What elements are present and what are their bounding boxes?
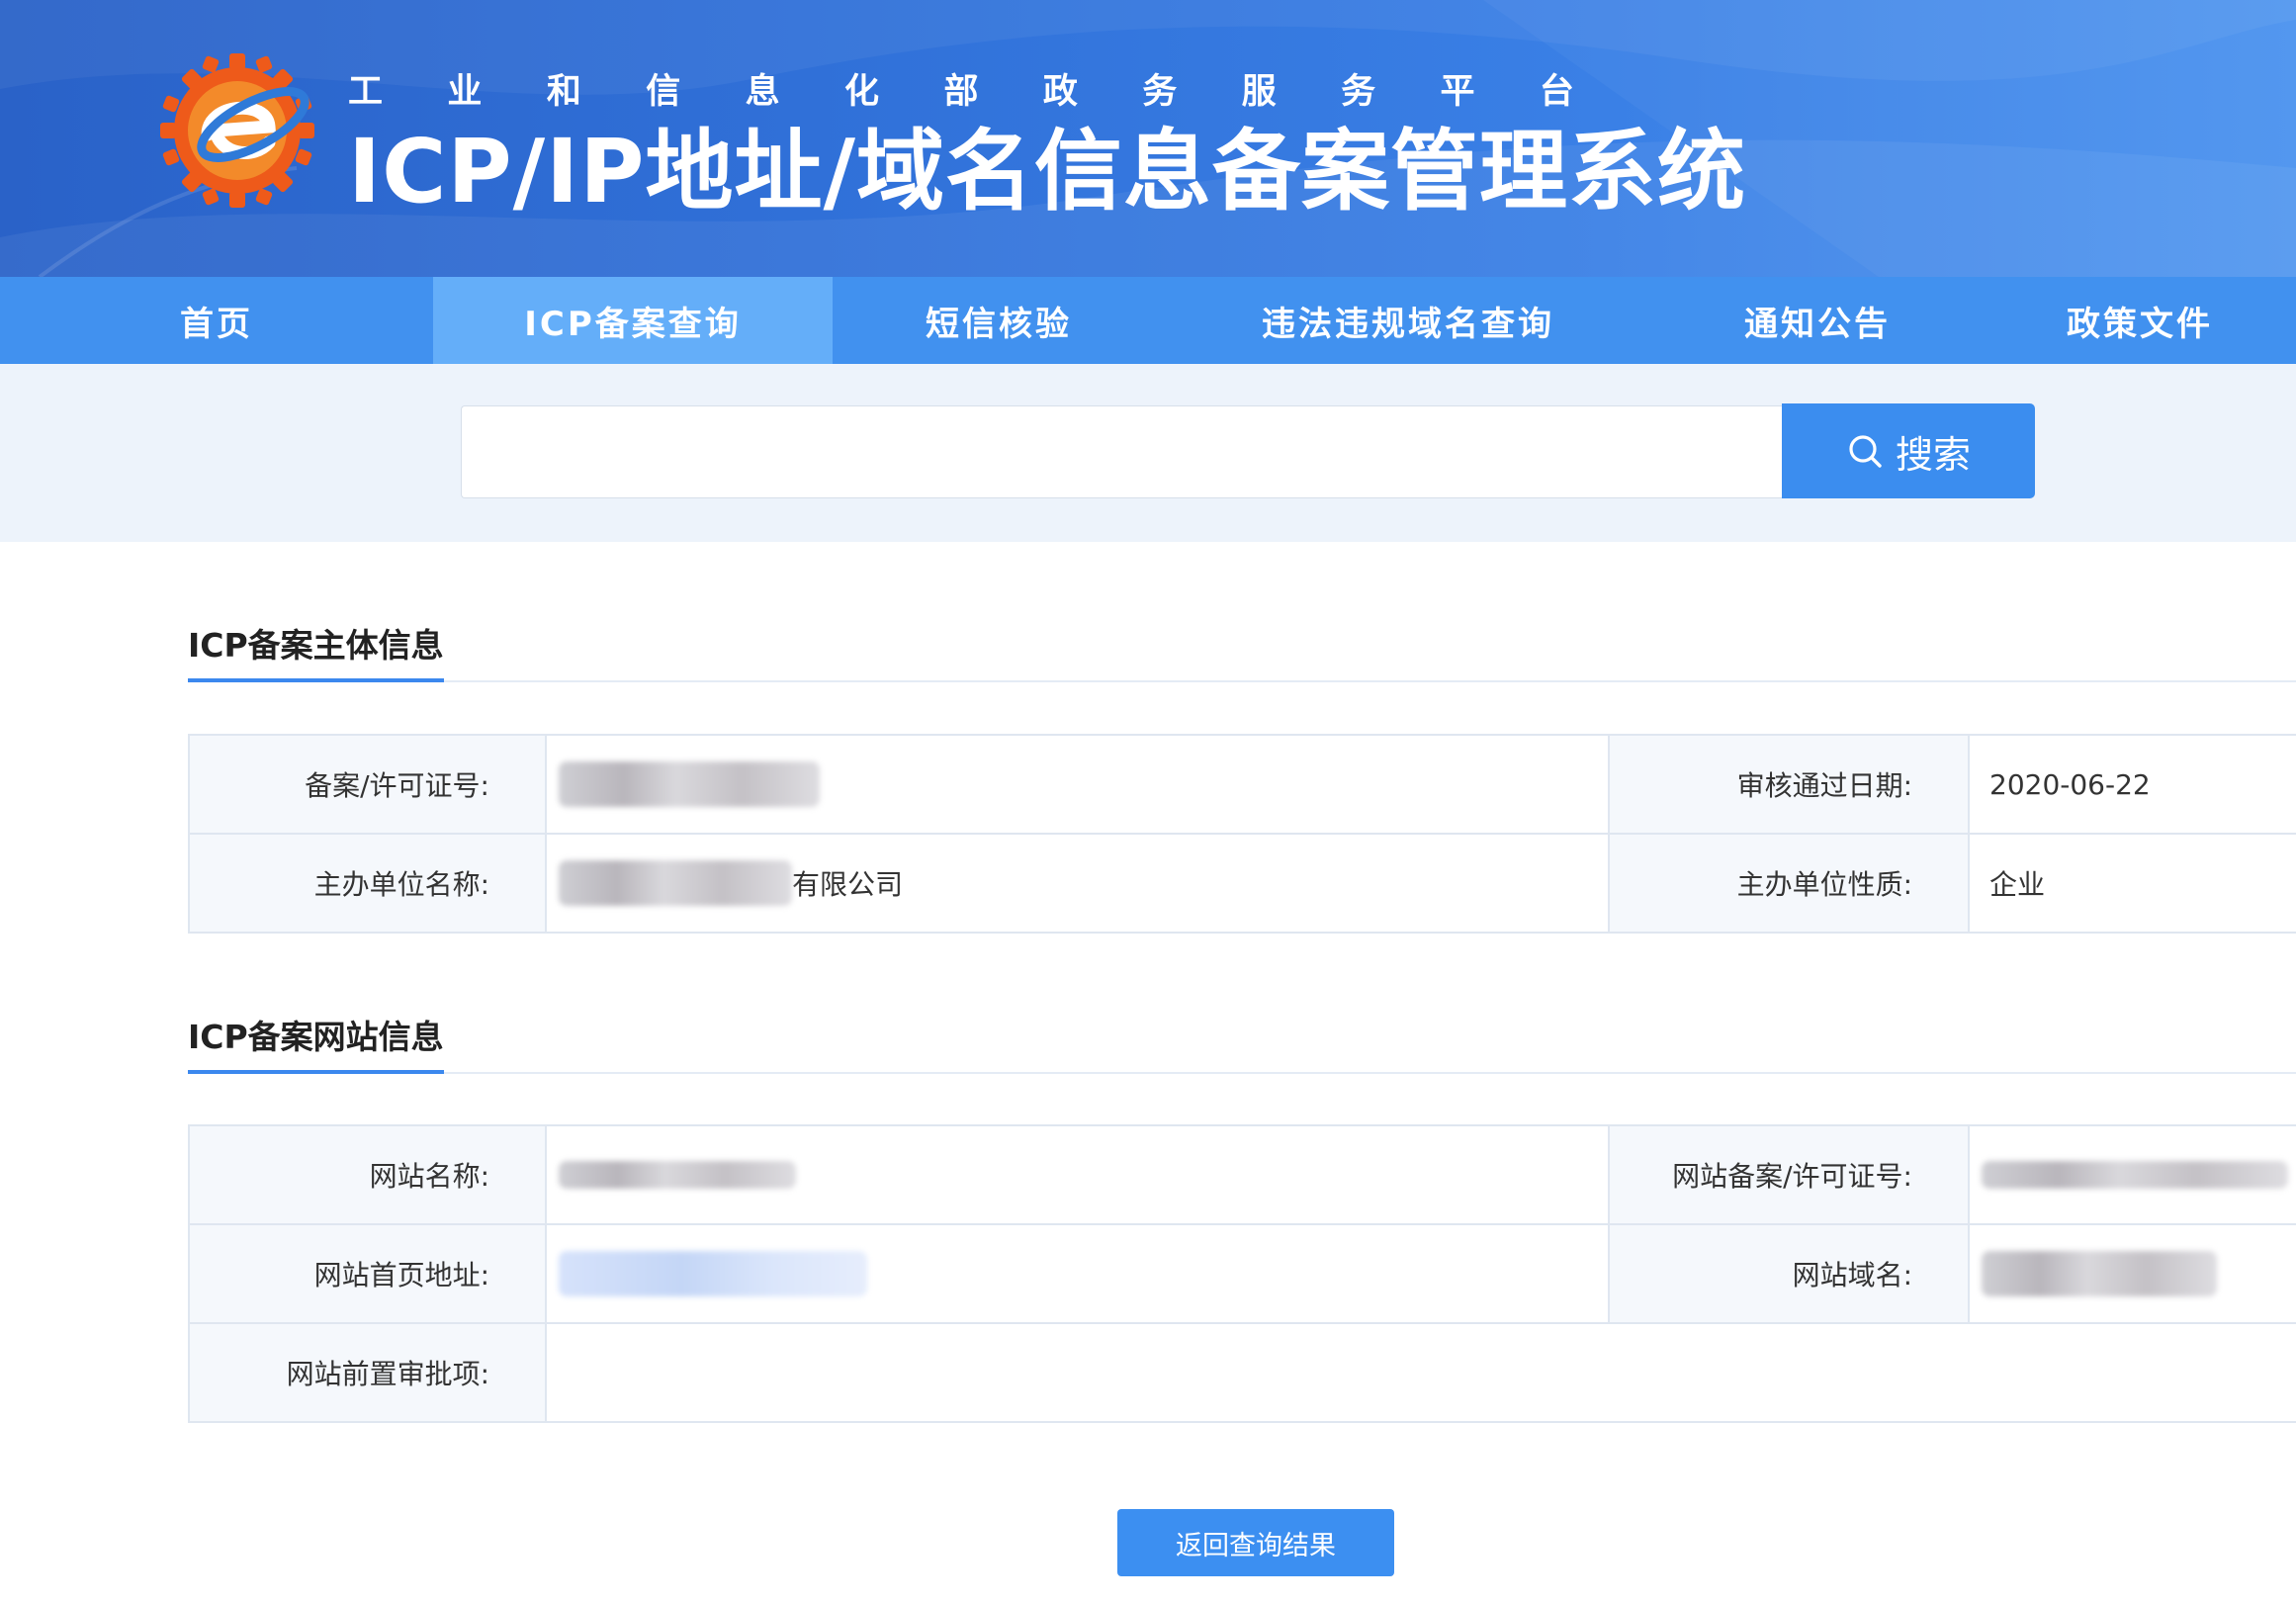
- license-no-value: [547, 736, 1610, 833]
- redacted-text: [1982, 1251, 2217, 1296]
- table-row: 网站前置审批项:: [190, 1324, 2296, 1423]
- table-row: 主办单位名称: 有限公司 主办单位性质: 企业: [190, 835, 2296, 934]
- nav-item-policy-docs[interactable]: 政策文件: [1984, 277, 2296, 364]
- domain-value: [1970, 1225, 2296, 1322]
- license-no-label: 备案/许可证号:: [190, 736, 547, 833]
- banner-subtitle: 工 业 和 信 息 化 部 政 务 服 务 平 台: [348, 69, 1574, 115]
- site-license-value: [1970, 1126, 2296, 1223]
- subtitle-char: 务: [1341, 72, 1376, 112]
- section-title: ICP备案主体信息: [188, 619, 444, 682]
- site-license-label: 网站备案/许可证号:: [1610, 1126, 1970, 1223]
- subtitle-char: 政: [1042, 72, 1078, 112]
- nav-item-icp-query[interactable]: ICP备案查询: [433, 277, 833, 364]
- approval-date-label: 审核通过日期:: [1610, 736, 1970, 833]
- org-name-value: 有限公司: [547, 835, 1610, 932]
- redacted-text: [1982, 1161, 2288, 1189]
- search-bar-area: 搜索: [0, 364, 2296, 542]
- nav-item-sms-verify[interactable]: 短信核验: [833, 277, 1165, 364]
- subtitle-char: 息: [745, 72, 780, 112]
- redacted-text: [559, 860, 792, 906]
- nav-item-notices[interactable]: 通知公告: [1651, 277, 1984, 364]
- homepage-label: 网站首页地址:: [190, 1225, 547, 1322]
- system-title: ICP/IP地址/域名信息备案管理系统: [348, 120, 1747, 223]
- website-info-table: 网站名称: 网站备案/许可证号: 网站首页地址: 网站域名: 网站前置审批项:: [188, 1124, 2296, 1423]
- table-row: 网站首页地址: 网站域名:: [190, 1225, 2296, 1324]
- return-to-results-button[interactable]: 返回查询结果: [1117, 1509, 1394, 1576]
- search-input[interactable]: [461, 405, 1786, 498]
- redacted-text: [559, 1161, 796, 1189]
- subtitle-char: 和: [546, 72, 581, 112]
- org-type-label: 主办单位性质:: [1610, 835, 1970, 932]
- header-banner: 工 业 和 信 息 化 部 政 务 服 务 平 台 ICP/IP地址/域名信息备…: [0, 0, 2296, 277]
- subject-info-table: 备案/许可证号: 审核通过日期: 2020-06-22 主办单位名称: 有限公司…: [188, 734, 2296, 934]
- section-title: ICP备案网站信息: [188, 1011, 444, 1074]
- subtitle-char: 业: [447, 72, 483, 112]
- subject-info-header: ICP备案主体信息: [188, 603, 2296, 682]
- site-name-label: 网站名称:: [190, 1126, 547, 1223]
- subtitle-char: 平: [1440, 72, 1475, 112]
- redacted-text: [559, 761, 820, 807]
- table-row: 网站名称: 网站备案/许可证号:: [190, 1126, 2296, 1225]
- table-row: 备案/许可证号: 审核通过日期: 2020-06-22: [190, 736, 2296, 835]
- subtitle-char: 信: [646, 72, 681, 112]
- redacted-link[interactable]: [559, 1251, 867, 1296]
- subtitle-char: 工: [348, 72, 384, 112]
- main-nav: 首页 ICP备案查询 短信核验 违法违规域名查询 通知公告 政策文件: [0, 277, 2296, 364]
- search-icon: [1849, 435, 1882, 468]
- pre-approval-label: 网站前置审批项:: [190, 1324, 547, 1421]
- subtitle-char: 务: [1142, 72, 1178, 112]
- subtitle-char: 服: [1241, 72, 1277, 112]
- search-button[interactable]: 搜索: [1782, 403, 2035, 498]
- approval-date-value: 2020-06-22: [1970, 736, 2296, 833]
- domain-label: 网站域名:: [1610, 1225, 1970, 1322]
- org-name-label: 主办单位名称:: [190, 835, 547, 932]
- homepage-value: [547, 1225, 1610, 1322]
- org-type-value: 企业: [1970, 835, 2296, 932]
- org-name-suffix: 有限公司: [792, 868, 904, 901]
- pre-approval-value: [547, 1324, 2296, 1421]
- website-info-header: ICP备案网站信息: [188, 995, 2296, 1074]
- nav-item-home[interactable]: 首页: [0, 277, 433, 364]
- site-name-value: [547, 1126, 1610, 1223]
- search-button-label: 搜索: [1895, 432, 1971, 477]
- subtitle-char: 化: [844, 72, 880, 112]
- nav-item-illegal-domain-query[interactable]: 违法违规域名查询: [1165, 277, 1651, 364]
- subtitle-char: 部: [943, 72, 979, 112]
- e-gear-logo-icon: [160, 53, 314, 208]
- subtitle-char: 台: [1539, 72, 1574, 112]
